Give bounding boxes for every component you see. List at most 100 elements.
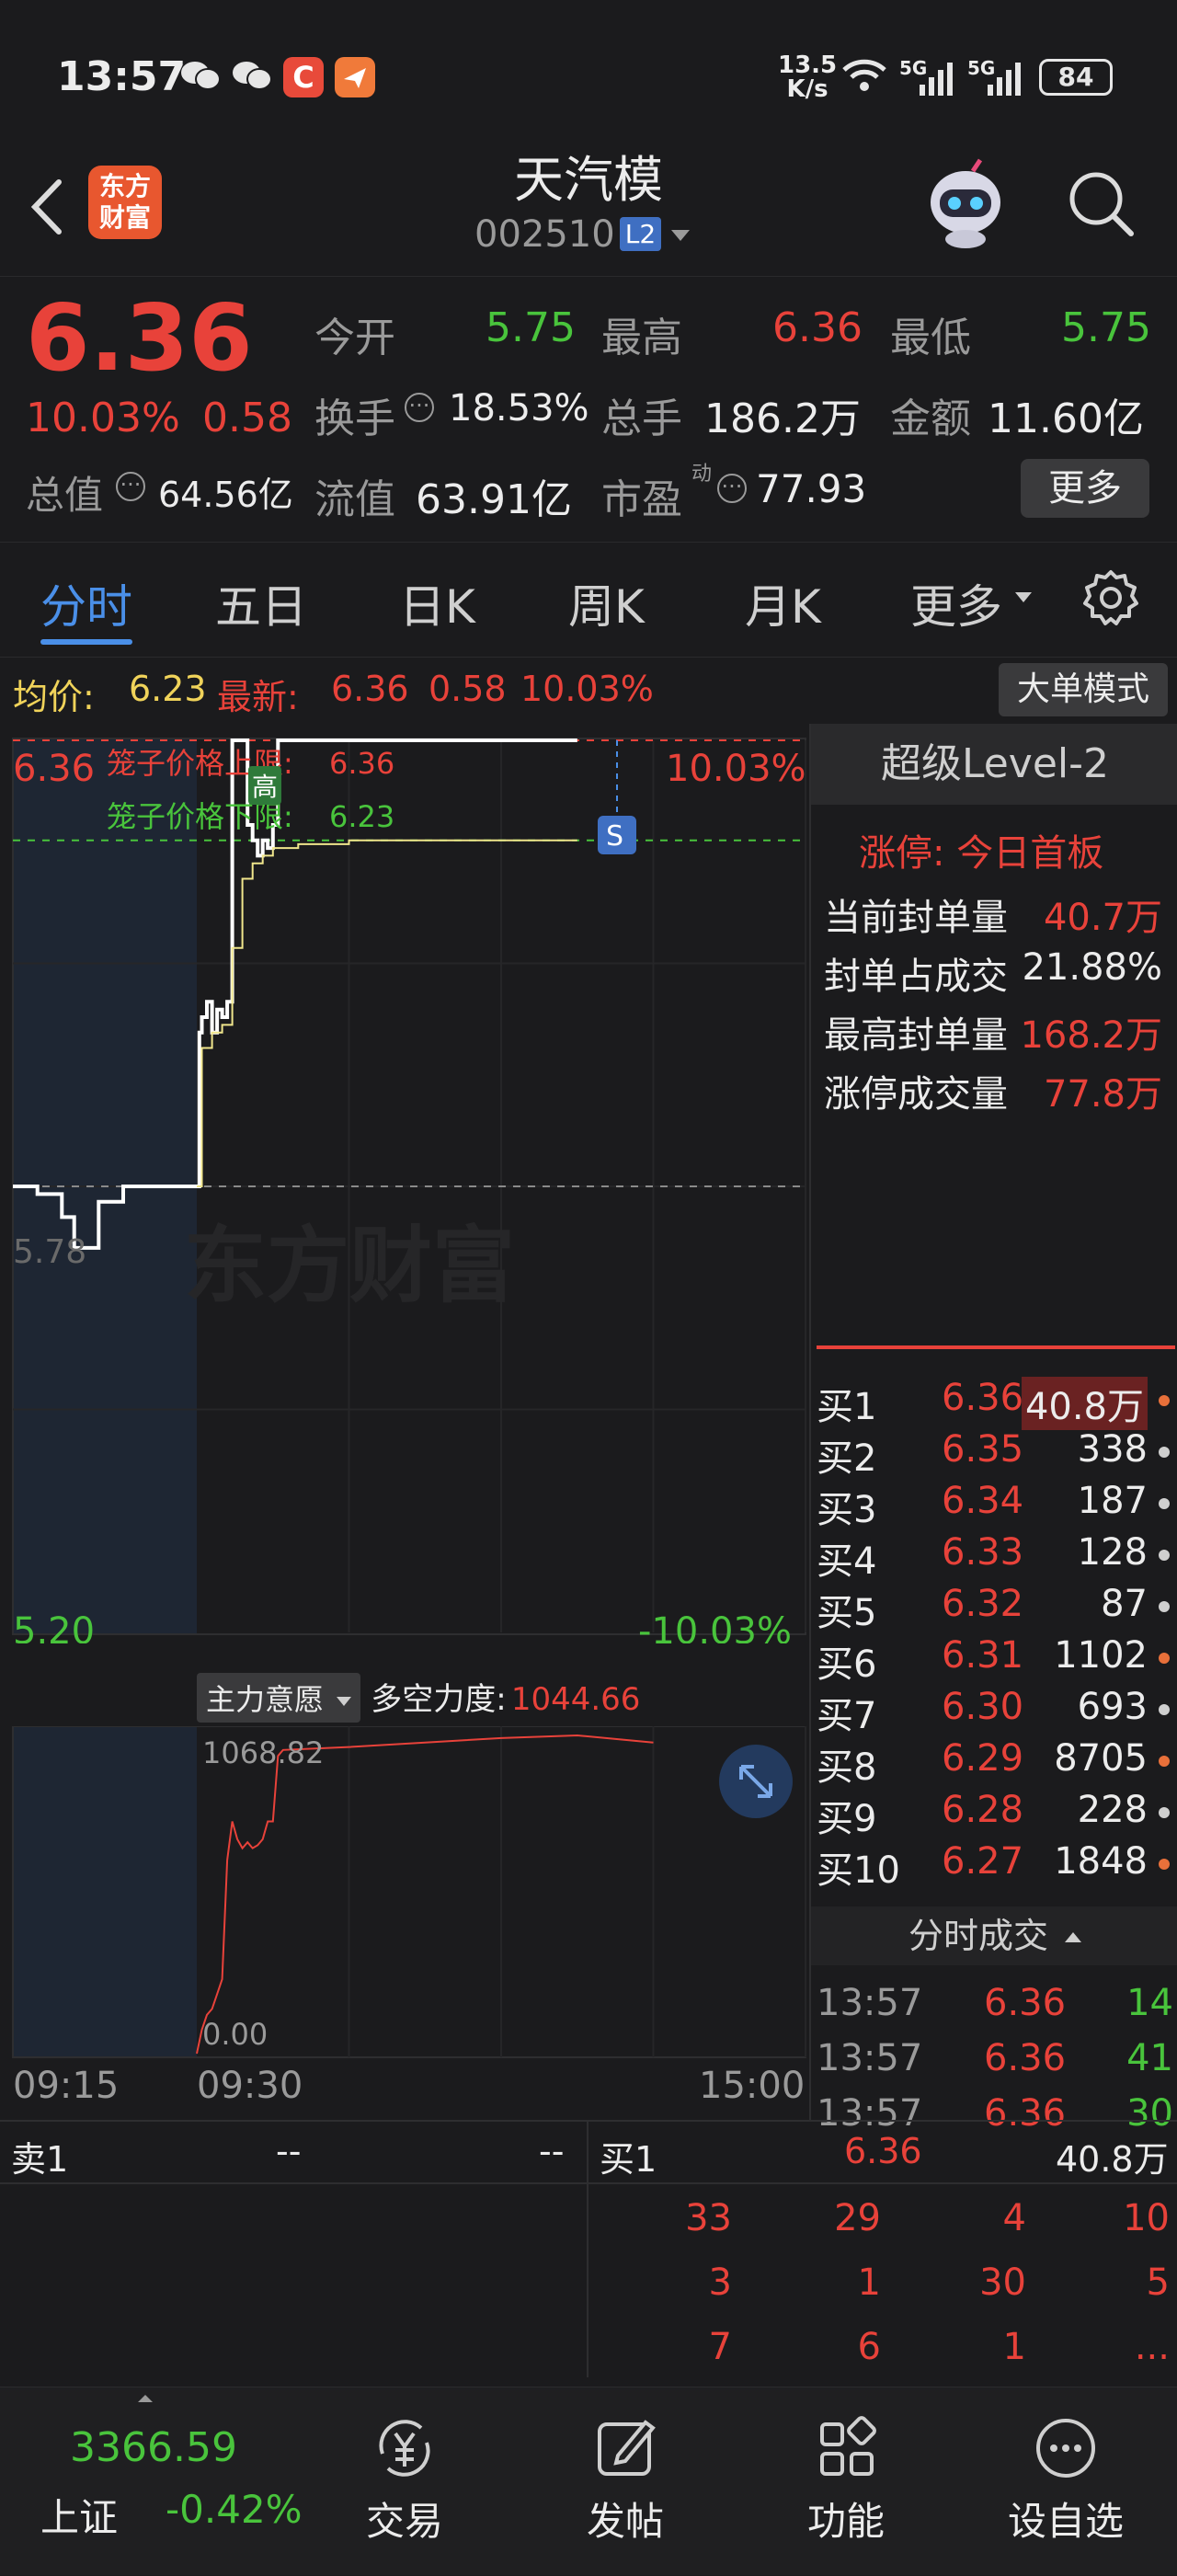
index-expand-icon[interactable] (138, 2395, 153, 2402)
order-book-row[interactable]: 买2 6.35 338 (811, 1425, 1177, 1480)
bottom-tab-bar: 3366.59 上证 -0.42% 交易 发帖 功能 设自选 (0, 2387, 1177, 2575)
stock-code-row[interactable]: 002510 L2 (474, 213, 691, 259)
tab-add-watchlist[interactable]: 设自选 (997, 2387, 1135, 2576)
trades-header[interactable]: 分时成交 (811, 1906, 1177, 1965)
search-icon[interactable] (1065, 167, 1138, 241)
tab-daily-k[interactable]: 日K (399, 570, 475, 636)
queue-order: 4 (1002, 2197, 1026, 2239)
latest-pct: 10.03% (520, 669, 654, 709)
order-flag-dot (1159, 1447, 1170, 1458)
axis-top-pct: 10.03% (666, 748, 806, 790)
status-bar: 13:57 C 13.5 K/s 5G 5G 84 (0, 0, 1177, 147)
order-book-volume: 338 (1077, 1428, 1148, 1471)
yuan-cycle-icon (379, 2420, 430, 2477)
tab-weekly-k[interactable]: 周K (568, 570, 645, 636)
queue-order: 30 (979, 2261, 1026, 2304)
indicator-selector[interactable]: 主力意愿 (197, 1673, 361, 1723)
order-book-level: 买8 (817, 1746, 877, 1789)
axis-top-price: 6.36 (13, 748, 95, 790)
field-value: 64.56亿 (158, 475, 293, 515)
level2-stat-label: 当前封单量 (824, 897, 1008, 939)
tab-more[interactable]: 更多 (910, 570, 1002, 636)
order-book-row[interactable]: 买7 6.30 693 (811, 1682, 1177, 1737)
field-value: 77.93 (756, 466, 867, 511)
s-marker-label: S (606, 820, 623, 853)
main-force-chart[interactable]: 1068.82 0.00 (0, 1726, 809, 2063)
info-dots-icon[interactable]: ··· (405, 393, 434, 422)
signal-bars-icon (916, 61, 956, 97)
tab-five-day[interactable]: 五日 (215, 570, 307, 636)
big-order-mode-button[interactable]: 大单模式 (999, 663, 1168, 716)
queue-order: 1 (1002, 2326, 1026, 2368)
level2-stat-row: 涨停成交量 77.8万 (824, 1064, 1173, 1119)
level2-stat-value: 21.88% (1022, 946, 1162, 989)
order-book-row[interactable]: 买6 6.31 1102 (811, 1631, 1177, 1686)
order-book-price: 6.31 (942, 1634, 1024, 1677)
trade-row[interactable]: 13:57 6.36 14 (811, 1978, 1177, 2032)
order-book-price: 6.36 (942, 1377, 1024, 1419)
order-book-row[interactable]: 买4 6.33 128 (811, 1528, 1177, 1583)
level2-stat-value: 77.8万 (1043, 1073, 1162, 1116)
wechat-icon (180, 59, 221, 92)
info-dots-icon[interactable]: ··· (717, 474, 747, 503)
level2-stat-label: 最高封单量 (824, 1014, 1008, 1057)
field-value: 186.2万 (704, 395, 861, 442)
gear-icon[interactable] (1081, 568, 1140, 627)
net-speed-unit: K/s (786, 75, 828, 103)
field-label: 市盈 (601, 476, 682, 523)
nav-bar: 东方 财富 天汽模 002510 L2 (0, 147, 1177, 276)
change-pct: 10.03% (26, 395, 180, 441)
buy1-price: 6.36 (844, 2131, 922, 2171)
queue-order: 1 (857, 2261, 881, 2304)
order-book-row[interactable]: 买8 6.29 8705 (811, 1734, 1177, 1789)
eastmoney-logo[interactable]: 东方 财富 (88, 166, 162, 239)
trade-volume: 14 (1126, 1982, 1173, 2024)
indicator-selector-label: 主力意愿 (206, 1682, 325, 1717)
edit-icon (598, 2420, 656, 2476)
order-book-level: 买7 (817, 1695, 877, 1737)
order-book-row[interactable]: 买9 6.28 228 (811, 1785, 1177, 1840)
order-book-row[interactable]: 买10 6.27 1848 (811, 1837, 1177, 1892)
buy1-label: 买1 (600, 2139, 657, 2180)
intraday-price-chart[interactable]: 东方财富 6.36 10.03% 5.20 -10.03% 5.78 笼子价格上… (0, 724, 809, 1643)
back-arrow-icon[interactable] (24, 175, 70, 239)
signal-bars-icon (984, 61, 1024, 97)
level2-stat-row: 封单占成交 21.88% (824, 946, 1173, 1002)
field-label: 流值 (314, 476, 395, 523)
order-book-level: 买6 (817, 1643, 877, 1686)
trade-volume: 41 (1126, 2037, 1173, 2079)
order-book-row[interactable]: 买1 6.36 40.8万 (811, 1373, 1177, 1430)
tab-trade[interactable]: 交易 (349, 2387, 460, 2576)
order-book-volume: 1848 (1054, 1840, 1148, 1883)
level2-title[interactable]: 超级Level-2 (811, 724, 1177, 805)
info-dots-icon[interactable]: ··· (116, 472, 145, 501)
order-book-level: 买4 (817, 1540, 877, 1583)
order-book-level: 买1 (817, 1386, 877, 1428)
field-label: 金额 (890, 395, 971, 442)
order-flag-dot (1159, 1653, 1170, 1664)
order-book-level: 买10 (817, 1849, 900, 1892)
tab-post[interactable]: 发帖 (570, 2387, 680, 2576)
order-flag-dot (1159, 1704, 1170, 1715)
wechat-icon (232, 59, 272, 92)
tab-intraday[interactable]: 分时 (40, 570, 132, 636)
tab-monthly-k[interactable]: 月K (745, 570, 821, 636)
order-book-level: 买3 (817, 1489, 877, 1531)
order-book-row[interactable]: 买3 6.34 187 (811, 1476, 1177, 1531)
trade-row[interactable]: 13:57 6.36 41 (811, 2033, 1177, 2087)
indicator-top-value: 1068.82 (202, 1735, 324, 1770)
stock-title: 天汽模 (514, 151, 663, 209)
order-book-price: 6.28 (942, 1789, 1024, 1831)
more-button[interactable]: 更多 (1021, 459, 1149, 518)
queue-order: ... (1134, 2326, 1170, 2368)
change-value: 0.58 (202, 395, 292, 441)
cage-lower-value: 6.23 (329, 799, 394, 834)
robot-assistant-icon[interactable] (920, 158, 1011, 250)
level2-stat-row: 最高封单量 168.2万 (824, 1005, 1173, 1060)
index-value[interactable]: 3366.59 (70, 2424, 237, 2471)
more-dropdown-icon (1015, 592, 1032, 602)
order-book-row[interactable]: 买5 6.32 87 (811, 1579, 1177, 1634)
field-value: 5.75 (486, 304, 576, 351)
order-book-price: 6.30 (942, 1686, 1024, 1728)
tab-functions[interactable]: 功能 (791, 2387, 901, 2576)
